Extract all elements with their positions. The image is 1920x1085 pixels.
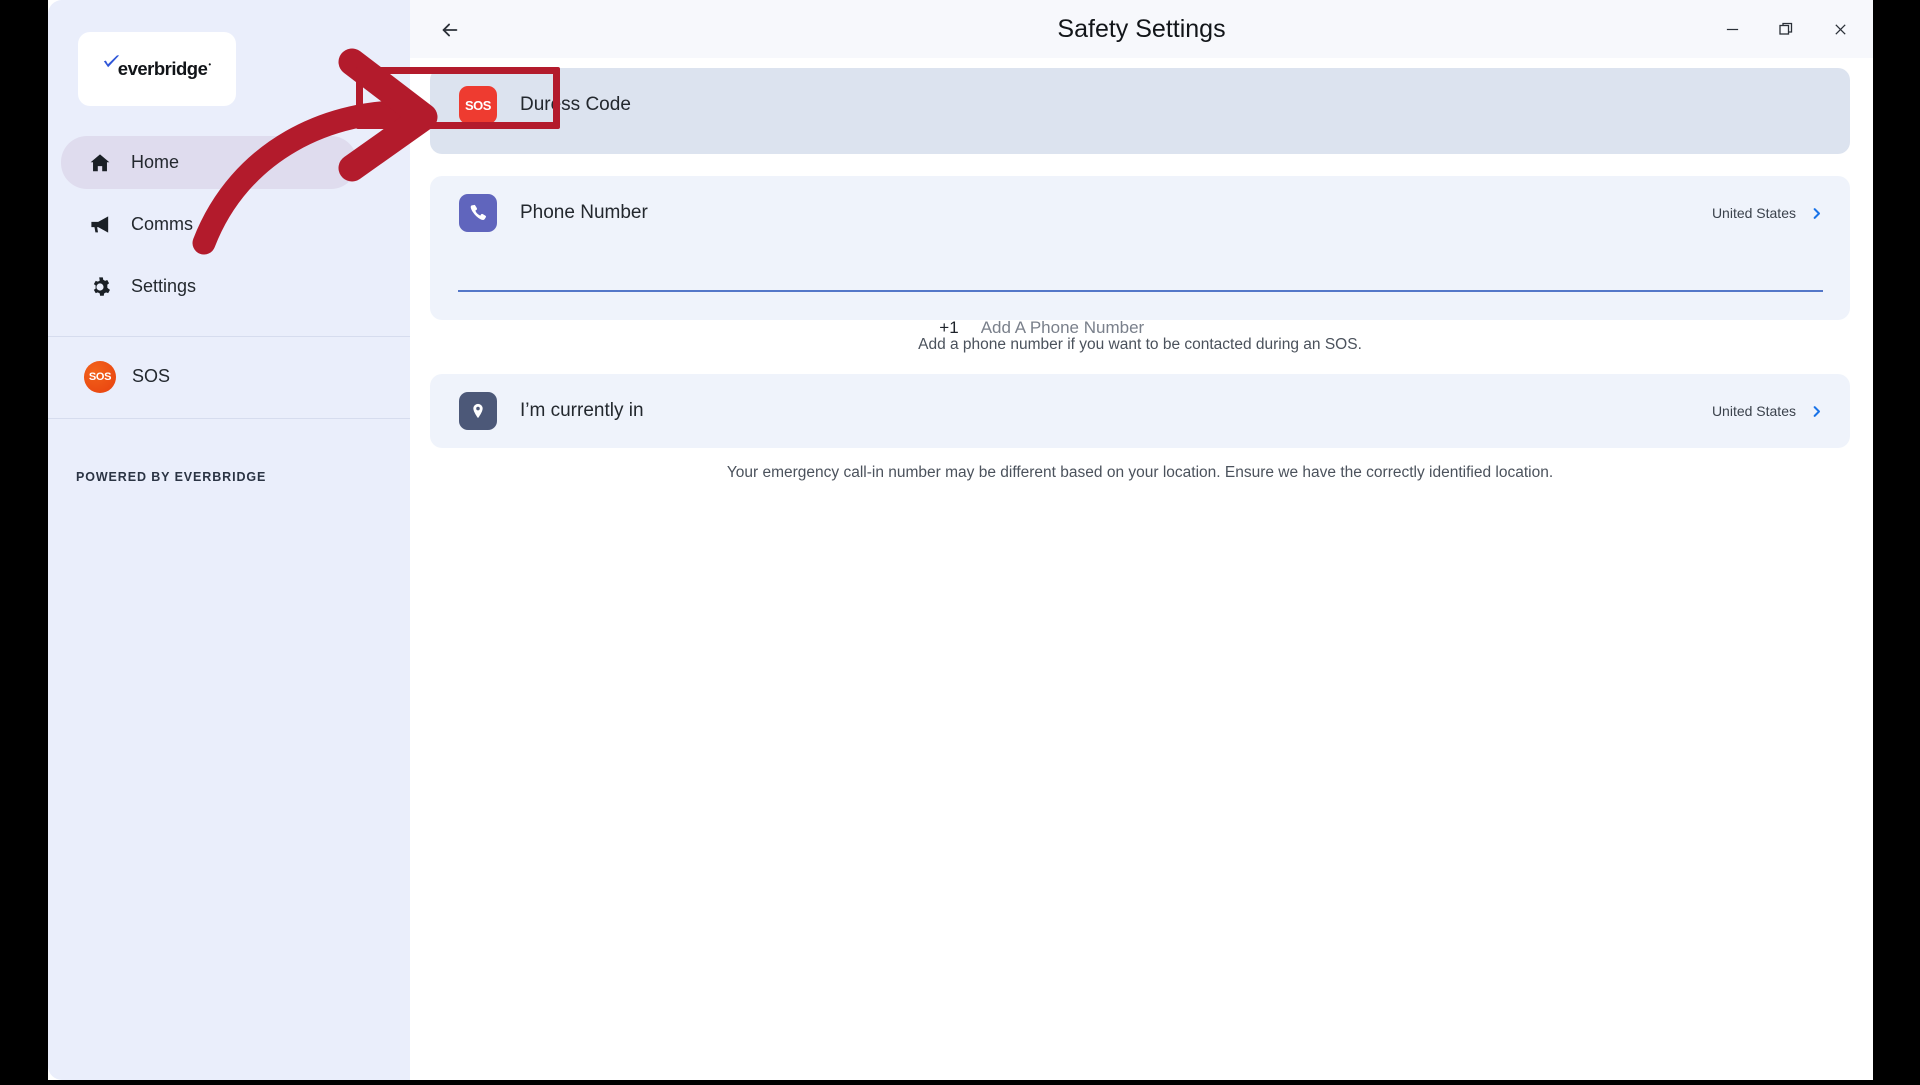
phone-input-underline	[458, 290, 1823, 292]
phone-helper-text: Add a phone number if you want to be con…	[918, 336, 1362, 353]
phone-number-input[interactable]	[980, 318, 1341, 338]
sidebar-item-home-label: Home	[131, 152, 180, 172]
title-bar: Safety Settings	[410, 0, 1873, 58]
phone-icon	[459, 194, 497, 232]
current-location-label: I’m currently in	[520, 400, 644, 421]
phone-number-label: Phone Number	[520, 202, 648, 223]
sidebar: everbridge • Home Comms Settings SOS SOS…	[48, 0, 410, 1080]
phone-country-selector[interactable]: United States	[1712, 176, 1824, 250]
brand-logo-card: everbridge •	[78, 32, 236, 106]
location-country-value: United States	[1711, 403, 1796, 419]
phone-number-card: Phone Number United States +1	[430, 176, 1850, 338]
duress-code-label: Duress Code	[520, 94, 631, 115]
megaphone-icon	[85, 213, 115, 236]
phone-number-row: Phone Number	[430, 176, 1850, 250]
sos-circle-icon: SOS	[84, 360, 116, 393]
current-location-card: I’m currently in United States	[430, 374, 1850, 448]
duress-code-row[interactable]: SOS Duress Code	[430, 68, 1850, 142]
minimize-button[interactable]	[1711, 10, 1753, 48]
gear-icon	[85, 276, 115, 298]
location-country-selector[interactable]: United States	[1712, 374, 1824, 448]
sidebar-item-comms[interactable]: Comms	[61, 198, 357, 251]
sidebar-item-settings-label: Settings	[131, 276, 197, 296]
duress-code-card[interactable]: SOS Duress Code	[430, 68, 1850, 154]
sos-badge-icon: SOS	[459, 86, 497, 124]
brand-trademark: •	[208, 60, 212, 69]
powered-by-label: POWERED BY EVERBRIDGE	[76, 470, 267, 484]
maximize-button[interactable]	[1765, 10, 1807, 48]
page-title: Safety Settings	[1057, 14, 1226, 43]
app-window: everbridge • Home Comms Settings SOS SOS…	[48, 0, 1873, 1080]
close-button[interactable]	[1819, 10, 1861, 48]
location-helper-text: Your emergency call-in number may be dif…	[726, 464, 1554, 481]
chevron-right-icon	[1809, 404, 1824, 419]
home-icon	[85, 152, 115, 174]
phone-country-value: United States	[1711, 205, 1796, 221]
minimize-icon	[1726, 28, 1738, 30]
current-location-row: I’m currently in	[430, 374, 1850, 448]
sidebar-divider	[48, 418, 410, 419]
brand-logo-text: everbridge	[117, 58, 208, 79]
sidebar-item-comms-label: Comms	[131, 214, 193, 234]
location-pin-icon	[459, 392, 497, 430]
phone-country-code: +1	[939, 318, 959, 337]
close-icon	[1834, 23, 1846, 35]
sidebar-item-sos[interactable]: SOS SOS	[61, 350, 357, 403]
sidebar-divider	[48, 336, 410, 337]
chevron-right-icon	[1809, 206, 1824, 221]
sidebar-item-settings[interactable]: Settings	[61, 260, 357, 313]
main-content: SOS Duress Code Phone Number United Stat…	[410, 58, 1873, 1080]
restore-window-icon	[1779, 22, 1793, 35]
sidebar-item-sos-label: SOS	[132, 366, 171, 386]
sidebar-item-home[interactable]: Home	[61, 136, 357, 189]
